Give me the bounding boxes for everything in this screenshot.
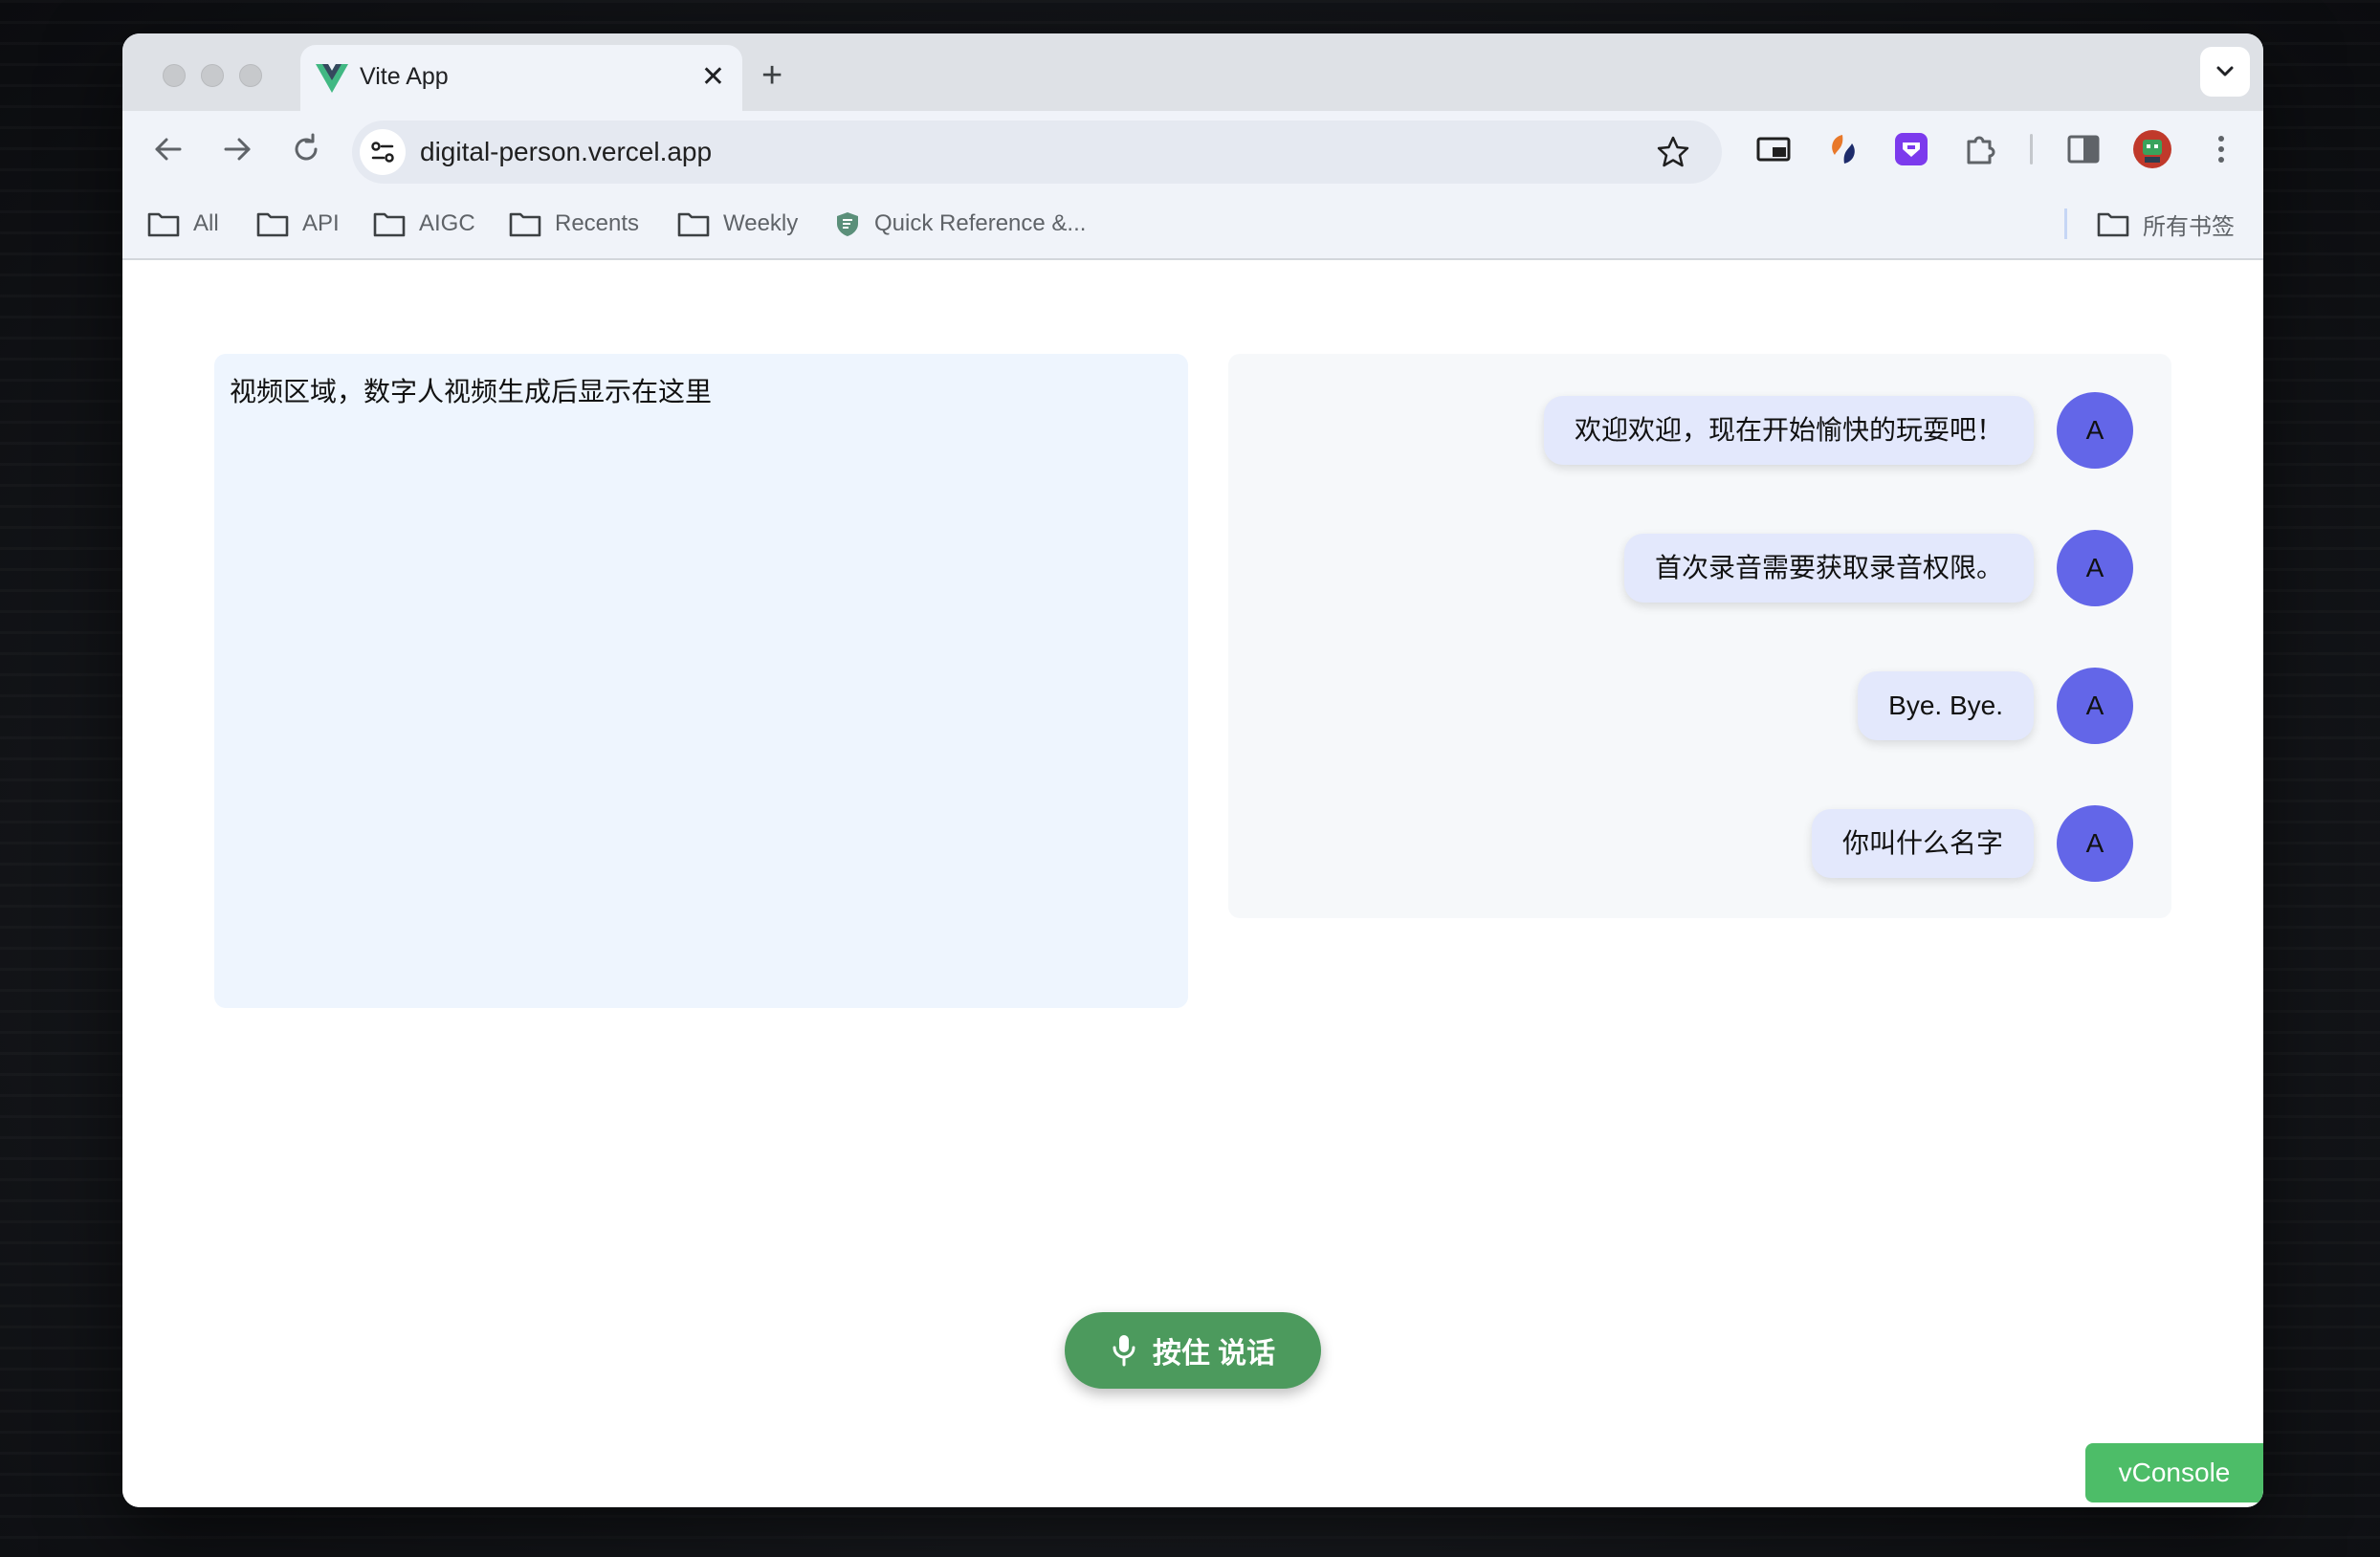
bookmark-folder-weekly[interactable]: Weekly: [677, 207, 798, 241]
talk-button-label: 按住 说话: [1152, 1338, 1276, 1370]
message-bubble: 首次录音需要获取录音权限。: [1623, 534, 2034, 603]
bookmark-label: API: [302, 210, 340, 236]
folder-icon: [373, 212, 406, 237]
vue-logo-icon: [316, 64, 348, 93]
avatar: A: [2057, 805, 2133, 882]
video-area: 视频区域，数字人视频生成后显示在这里: [214, 354, 1188, 1008]
folder-icon: [2097, 212, 2129, 237]
bookmark-label: Recents: [555, 210, 640, 236]
folder-icon: [677, 212, 710, 237]
extension-swirl-icon[interactable]: [1821, 128, 1863, 170]
bookmark-folder-all[interactable]: All: [147, 207, 219, 241]
side-panel-icon[interactable]: [2062, 128, 2105, 170]
bookmark-label: All: [193, 210, 219, 236]
bookmark-label: AIGC: [419, 210, 475, 236]
all-bookmarks-folder[interactable]: 所有书签: [2097, 207, 2235, 241]
browser-toolbar: digital-person.vercel.app: [122, 111, 2263, 187]
video-placeholder-text: 视频区域，数字人视频生成后显示在这里: [230, 377, 713, 406]
url-text[interactable]: digital-person.vercel.app: [420, 137, 712, 167]
tab-title: Vite App: [360, 63, 449, 90]
folder-icon: [147, 212, 180, 237]
bookmark-label: Weekly: [723, 210, 799, 236]
kebab-menu-icon[interactable]: [2200, 128, 2242, 170]
chat-message: Bye. Bye. A: [1858, 668, 2133, 744]
avatar: A: [2057, 392, 2133, 469]
bookmarks-bar: All API AIGC Recents Weekly Quick Refere…: [122, 187, 2263, 260]
bookmark-star-icon[interactable]: [1655, 134, 1691, 170]
folder-icon: [509, 212, 541, 237]
chat-message: 欢迎欢迎，现在开始愉快的玩耍吧！ A: [1543, 392, 2133, 469]
avatar: A: [2057, 668, 2133, 744]
extension-purple-icon[interactable]: [1890, 128, 1932, 170]
tab-search-button[interactable]: [2200, 47, 2250, 97]
address-bar[interactable]: digital-person.vercel.app: [352, 121, 1722, 184]
vconsole-button[interactable]: vConsole: [2085, 1443, 2263, 1502]
bookmark-quick-reference[interactable]: Quick Reference &...: [834, 207, 1086, 241]
all-bookmarks-label: 所有书签: [2143, 213, 2235, 240]
zoom-window-button[interactable]: [239, 64, 262, 87]
hold-to-talk-button[interactable]: 按住 说话: [1065, 1312, 1321, 1389]
extensions-puzzle-icon[interactable]: [1959, 128, 2001, 170]
reload-icon[interactable]: [283, 126, 329, 172]
tab-close-icon[interactable]: ✕: [701, 58, 725, 97]
microphone-icon: [1113, 1335, 1135, 1367]
close-window-button[interactable]: [163, 64, 186, 87]
profile-avatar-icon[interactable]: [2131, 128, 2173, 170]
tab-vite-app[interactable]: Vite App ✕: [300, 45, 742, 111]
chat-panel: 欢迎欢迎，现在开始愉快的玩耍吧！ A 首次录音需要获取录音权限。 A Bye. …: [1228, 354, 2171, 918]
chat-message: 你叫什么名字 A: [1811, 805, 2133, 882]
message-bubble: Bye. Bye.: [1858, 671, 2034, 740]
new-tab-button[interactable]: +: [761, 53, 782, 99]
browser-window: Vite App ✕ + digital-person.vercel.app A…: [122, 33, 2263, 1507]
forward-arrow-icon[interactable]: [214, 126, 260, 172]
tune-icon: [371, 142, 394, 163]
avatar: A: [2057, 530, 2133, 606]
back-arrow-icon[interactable]: [145, 126, 191, 172]
site-info-button[interactable]: [360, 129, 406, 175]
message-bubble: 你叫什么名字: [1811, 809, 2034, 878]
folder-icon: [256, 212, 289, 237]
bookmark-folder-aigc[interactable]: AIGC: [373, 207, 475, 241]
page-content: 视频区域，数字人视频生成后显示在这里 欢迎欢迎，现在开始愉快的玩耍吧！ A 首次…: [122, 260, 2263, 1507]
bookmarks-divider: [2064, 208, 2067, 239]
site-favicon-icon: [837, 212, 858, 236]
picture-in-picture-icon[interactable]: [1752, 128, 1795, 170]
minimize-window-button[interactable]: [201, 64, 224, 87]
bookmark-folder-recents[interactable]: Recents: [509, 207, 639, 241]
bookmark-folder-api[interactable]: API: [256, 207, 340, 241]
tab-strip: Vite App ✕ +: [122, 33, 2263, 111]
message-bubble: 欢迎欢迎，现在开始愉快的玩耍吧！: [1543, 396, 2034, 465]
chevron-down-icon: [2216, 66, 2234, 77]
toolbar-divider: [2030, 134, 2033, 164]
chat-message: 首次录音需要获取录音权限。 A: [1623, 530, 2133, 606]
bookmark-label: Quick Reference &...: [874, 210, 1087, 236]
